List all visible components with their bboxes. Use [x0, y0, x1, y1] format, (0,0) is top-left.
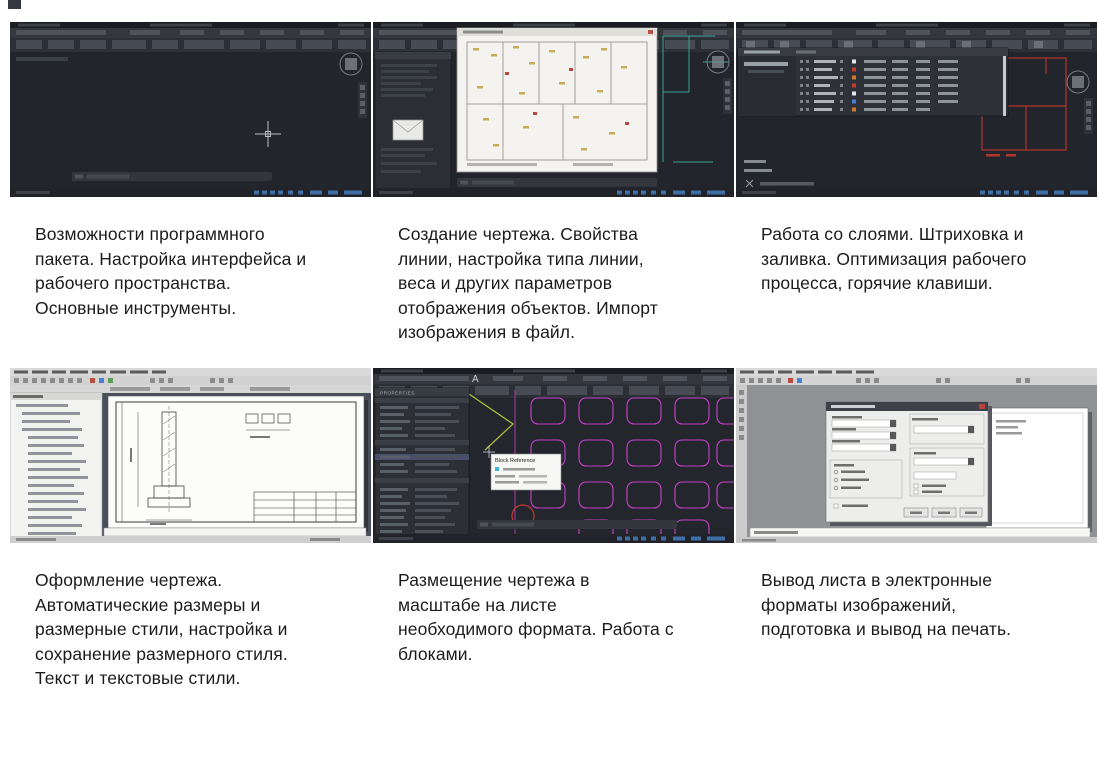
envelope-icon: [393, 120, 423, 140]
lesson-card: Создание чертежа. Свойства линии, настро…: [373, 22, 734, 368]
properties-palette: PROPERTIES: [375, 388, 469, 543]
status-bar: [736, 537, 1097, 543]
command-line: [72, 172, 272, 181]
lesson-description: Размещение чертежа в масштабе на листе н…: [398, 568, 676, 666]
lesson-description: Работа со слоями. Штриховка и заливка. О…: [761, 222, 1039, 296]
left-toolbar-strip: [736, 385, 747, 543]
layer-filter-selected: [744, 62, 788, 66]
tooltip-title: Block Reference: [495, 458, 535, 464]
curriculum-grid: Возможности программного пакета. Настрой…: [10, 22, 1097, 691]
command-line: [457, 178, 657, 187]
autocad-screenshot-plot-dialog: [736, 368, 1097, 543]
classic-toolbars: [10, 368, 371, 393]
autocad-screenshot-interface-overview: [10, 22, 371, 197]
lesson-thumbnail: [10, 368, 371, 543]
reference-dialog: [457, 28, 657, 172]
lesson-card: A PROPERTIES: [373, 368, 734, 691]
tooltip-color-swatch: [495, 467, 499, 471]
lesson-thumbnail: A PROPERTIES: [373, 368, 734, 543]
lesson-card: Работа со слоями. Штриховка и заливка. О…: [736, 22, 1097, 368]
layout-paper: [986, 408, 1092, 532]
lesson-card: Возможности программного пакета. Настрой…: [10, 22, 371, 368]
paper-sheet: [108, 396, 368, 532]
lesson-card: Вывод листа в электронные форматы изобра…: [736, 368, 1097, 691]
dialog-close-icon: [648, 30, 653, 34]
status-bar: [373, 534, 734, 543]
classic-toolbars: [736, 368, 1097, 385]
autocad-screenshot-sheet-drawing: [10, 368, 371, 543]
lesson-thumbnail: [736, 22, 1097, 197]
palette-header-label: PROPERTIES: [380, 391, 415, 396]
layer-properties-panel: [738, 48, 1008, 116]
viewport-label: [16, 57, 68, 61]
ribbon: [10, 22, 371, 52]
lesson-description: Вывод листа в электронные форматы изобра…: [761, 568, 1039, 642]
autocad-screenshot-blocks-properties: A PROPERTIES: [373, 368, 734, 543]
navigation-bar: [1084, 98, 1093, 134]
status-bar: [736, 188, 1097, 197]
lesson-description: Возможности программного пакета. Настрой…: [35, 222, 313, 320]
lesson-description: Создание чертежа. Свойства линии, настро…: [398, 222, 676, 345]
panel-scrollbar[interactable]: [1003, 56, 1006, 116]
lesson-description: Оформление чертежа. Автоматические разме…: [35, 568, 313, 691]
status-bar: [10, 536, 371, 543]
annotation-icon: A: [472, 374, 479, 385]
lesson-thumbnail: [373, 22, 734, 197]
lesson-thumbnail: [736, 368, 1097, 543]
status-bar: [10, 188, 371, 197]
lesson-card: Оформление чертежа. Автоматические разме…: [10, 368, 371, 691]
command-line: [104, 528, 366, 536]
status-bar: [373, 188, 734, 197]
command-line: [477, 520, 677, 529]
dialog-buttons[interactable]: [904, 508, 982, 517]
plot-dialog: [826, 402, 992, 526]
tool-palette: [375, 52, 451, 190]
autocad-screenshot-reference-dialog: [373, 22, 734, 197]
autocad-screenshot-layer-manager: [736, 22, 1097, 197]
previous-row-thumbnail-fragment: [8, 0, 21, 9]
dialog-close-icon[interactable]: [979, 404, 985, 409]
block-reference-tooltip: Block Reference: [491, 454, 561, 490]
lesson-thumbnail: [10, 22, 371, 197]
navigation-bar: [358, 82, 367, 118]
command-line: [750, 528, 1090, 537]
navigation-bar: [723, 78, 732, 114]
tree-palette: [10, 393, 102, 543]
